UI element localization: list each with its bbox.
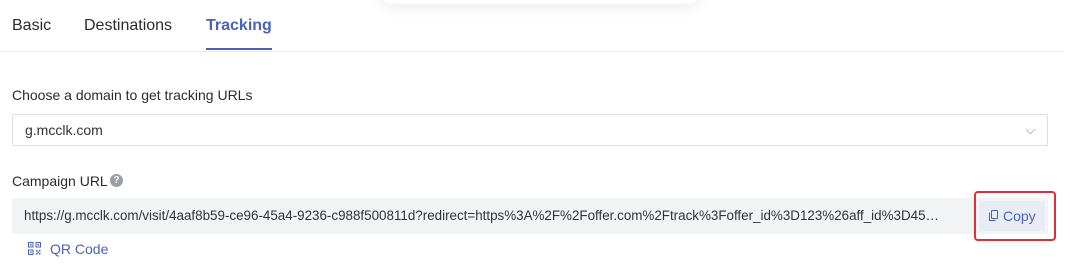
qr-code-icon <box>28 242 41 255</box>
tab-bar: Basic Destinations Tracking <box>0 0 1062 52</box>
help-icon[interactable]: ? <box>110 174 123 187</box>
tab-tracking[interactable]: Tracking <box>206 17 272 50</box>
qr-code-label: QR Code <box>50 241 109 257</box>
copy-icon <box>989 210 998 221</box>
domain-label: Choose a domain to get tracking URLs <box>12 87 253 103</box>
copy-button[interactable]: Copy <box>979 201 1045 231</box>
domain-select[interactable]: g.mcclk.com <box>12 114 1048 146</box>
copy-button-label: Copy <box>1003 208 1036 224</box>
campaign-url-value: https://g.mcclk.com/visit/4aaf8b59-ce96-… <box>24 208 939 223</box>
campaign-url-field[interactable]: https://g.mcclk.com/visit/4aaf8b59-ce96-… <box>12 198 1048 234</box>
campaign-url-label: Campaign URL <box>12 173 108 189</box>
tab-basic[interactable]: Basic <box>12 17 51 35</box>
chevron-down-icon <box>1025 124 1036 135</box>
domain-select-value: g.mcclk.com <box>25 122 103 138</box>
tab-destinations[interactable]: Destinations <box>84 17 172 35</box>
